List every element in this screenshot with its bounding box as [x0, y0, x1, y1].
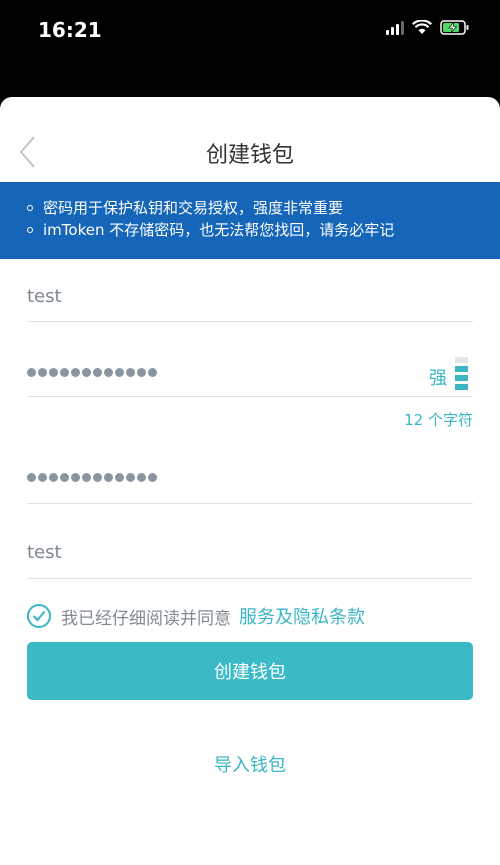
notice-item: imToken 不存储密码，也无法帮您找回，请务必牢记	[27, 219, 500, 241]
status-bar: 16:21	[0, 0, 500, 60]
bullet-icon	[27, 205, 33, 211]
password-strength-indicator: 强	[429, 357, 468, 390]
password-hint-field[interactable]: test	[27, 530, 473, 579]
import-wallet-link[interactable]: 导入钱包	[0, 751, 500, 777]
create-wallet-sheet: 创建钱包 密码用于保护私钥和交易授权，强度非常重要 imToken 不存储密码，…	[0, 97, 500, 865]
page-title: 创建钱包	[205, 143, 294, 168]
status-icons	[386, 20, 470, 35]
bullet-icon	[27, 227, 33, 233]
agreement-row: 我已经仔细阅读并同意 服务及隐私条款	[27, 603, 365, 629]
agreement-text: 我已经仔细阅读并同意	[61, 608, 231, 629]
notice-text: imToken 不存储密码，也无法帮您找回，请务必牢记	[43, 221, 395, 239]
wifi-icon	[412, 20, 432, 34]
confirm-password-field[interactable]: ●●●●●●●●●●●●	[27, 452, 473, 504]
nav-bar: 创建钱包	[0, 97, 500, 182]
terms-link[interactable]: 服务及隐私条款	[239, 603, 365, 629]
password-hint-value: test	[27, 542, 62, 563]
wallet-name-field[interactable]: test	[27, 274, 473, 322]
password-masked-value	[27, 368, 157, 377]
password-field[interactable]: ●●●●●●●●●●●● 强	[27, 347, 473, 397]
create-wallet-button[interactable]: 创建钱包	[27, 642, 473, 700]
confirm-password-masked-value	[27, 473, 157, 482]
strength-label: 强	[429, 368, 447, 389]
notice-item: 密码用于保护私钥和交易授权，强度非常重要	[27, 197, 500, 219]
status-time: 16:21	[38, 18, 102, 42]
cellular-signal-icon	[386, 20, 404, 35]
security-notice-banner: 密码用于保护私钥和交易授权，强度非常重要 imToken 不存储密码，也无法帮您…	[0, 182, 500, 259]
battery-charging-icon	[440, 20, 469, 35]
checkmark-icon	[32, 610, 46, 622]
notice-text: 密码用于保护私钥和交易授权，强度非常重要	[43, 199, 344, 217]
password-char-count: 12 个字符	[404, 411, 473, 429]
wallet-name-value: test	[27, 286, 62, 307]
strength-bars	[455, 357, 468, 390]
agreement-checkbox[interactable]	[27, 604, 51, 628]
